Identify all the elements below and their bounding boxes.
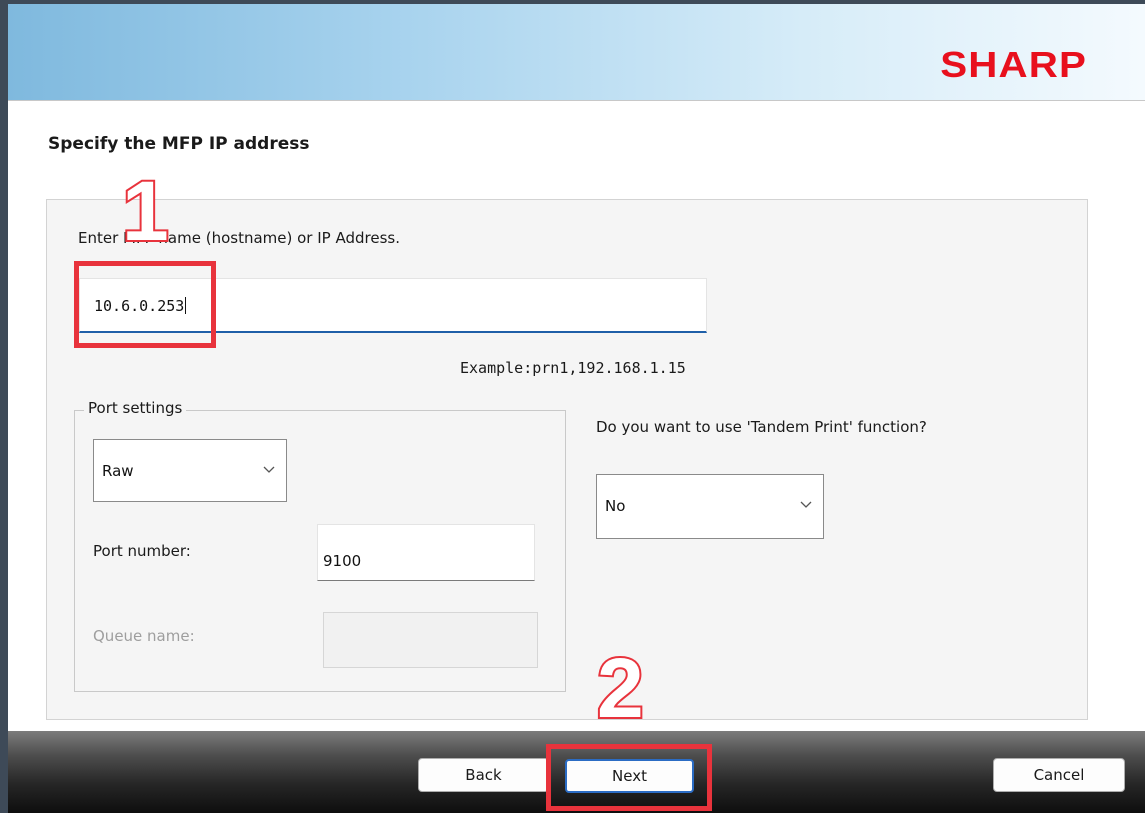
queue-name-input [323,612,538,668]
step2-number: 2 [595,641,646,735]
back-button[interactable]: Back [418,758,549,792]
port-number-input[interactable]: 9100 [317,524,535,581]
queue-name-label: Queue name: [93,627,195,645]
example-text: Example:prn1,192.168.1.15 [460,359,686,377]
port-number-value: 9100 [323,552,362,570]
step2-highlight-box [546,744,712,811]
chevron-down-icon [800,501,812,508]
page-title: Specify the MFP IP address [48,134,310,154]
step1-number: 1 [120,164,171,258]
port-settings-legend: Port settings [84,399,187,417]
tandem-print-select[interactable]: No [596,474,824,539]
port-protocol-value: Raw [102,462,134,480]
installer-window: SHARP Specify the MFP IP address Enter M… [0,0,1145,813]
chevron-down-icon [263,466,275,473]
port-number-label: Port number: [93,542,191,560]
step1-highlight-box [74,261,216,348]
header-divider [8,100,1145,101]
tandem-print-value: No [605,497,626,515]
sharp-logo: SHARP [940,44,1087,85]
port-protocol-select[interactable]: Raw [93,439,287,502]
tandem-print-question: Do you want to use 'Tandem Print' functi… [596,418,927,436]
window-frame-left [0,0,8,813]
cancel-button[interactable]: Cancel [993,758,1125,792]
header-banner: SHARP [8,4,1145,100]
